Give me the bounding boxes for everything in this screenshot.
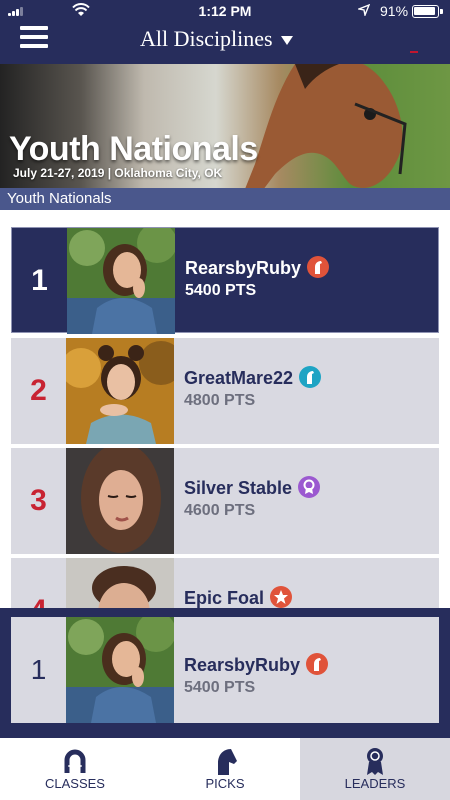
event-banner: Youth Nationals July 21-27, 2019 | Oklah… — [0, 64, 450, 188]
current-user-row[interactable]: 1 RearsbyRuby 5400 PTS — [11, 617, 439, 723]
avatar — [66, 448, 174, 554]
current-user-name: RearsbyRuby — [184, 653, 329, 676]
current-user-rank: 1 — [30, 654, 47, 685]
hamburger-menu-icon[interactable] — [20, 26, 50, 50]
tab-label: PICKS — [205, 776, 245, 791]
battery-percent: 91% — [380, 3, 409, 19]
leader-points: 4800 PTS — [184, 392, 256, 409]
leader-rank: 1 — [31, 264, 48, 297]
avatar — [67, 228, 175, 334]
location-arrow-icon — [358, 4, 370, 16]
leader-rank: 4 — [11, 558, 66, 610]
horseshoe-icon — [64, 749, 86, 773]
leader-rank: 2 — [30, 374, 47, 407]
event-dates-location: July 21-27, 2019 | Oklahoma City, OK — [13, 166, 223, 180]
leader-row[interactable]: 1 RearsbyRuby 5400 PTS — [11, 227, 439, 334]
star-icon — [270, 586, 293, 608]
tab-bar: CLASSES PICKS LEADERS — [0, 738, 450, 800]
avatar — [66, 338, 174, 444]
tab-classes[interactable]: CLASSES — [0, 738, 150, 800]
status-bar: 1:12 PM 91% — [0, 0, 450, 22]
leaderboard-list[interactable]: 1 RearsbyRuby 5400 PTS 2 GreatMare22 480… — [0, 210, 450, 610]
leader-points: 4600 PTS — [184, 502, 256, 519]
leader-name: GreatMare22 — [184, 366, 322, 389]
leader-rank: 3 — [30, 484, 47, 517]
tab-label: CLASSES — [45, 776, 105, 791]
award-icon — [367, 748, 383, 775]
tab-picks[interactable]: PICKS — [150, 738, 300, 800]
tab-label: LEADERS — [344, 776, 406, 791]
horse-icon — [299, 366, 322, 388]
leader-name: Silver Stable — [184, 476, 321, 499]
header: 1:12 PM 91% All Disciplines — [0, 0, 450, 64]
horse-icon — [307, 256, 330, 278]
horse-head-icon — [218, 749, 237, 775]
leader-row[interactable]: 3 Silver Stable 4600 PTS — [11, 448, 439, 554]
tab-leaders[interactable]: LEADERS — [300, 738, 450, 800]
ribbon-icon — [298, 476, 321, 498]
section-header: Youth Nationals — [0, 188, 450, 210]
red-mark — [410, 51, 418, 53]
battery-icon — [412, 5, 443, 18]
current-user-panel: 1 RearsbyRuby 5400 PTS — [0, 608, 450, 738]
leader-name: RearsbyRuby — [185, 256, 330, 279]
leader-row[interactable]: 2 GreatMare22 4800 PTS — [11, 338, 439, 444]
avatar — [66, 558, 174, 610]
horse-photo — [245, 64, 407, 188]
avatar — [66, 617, 174, 723]
discipline-dropdown[interactable]: All Disciplines — [140, 26, 293, 54]
leader-row[interactable]: 4 Epic Foal — [11, 558, 439, 610]
horse-icon — [306, 653, 329, 675]
leader-points: 5400 PTS — [185, 282, 257, 299]
caret-down-icon — [280, 36, 293, 46]
discipline-label: All Disciplines — [140, 26, 273, 51]
current-user-points: 5400 PTS — [184, 679, 256, 696]
leader-name: Epic Foal — [184, 586, 293, 609]
event-title: Youth Nationals — [9, 130, 258, 168]
